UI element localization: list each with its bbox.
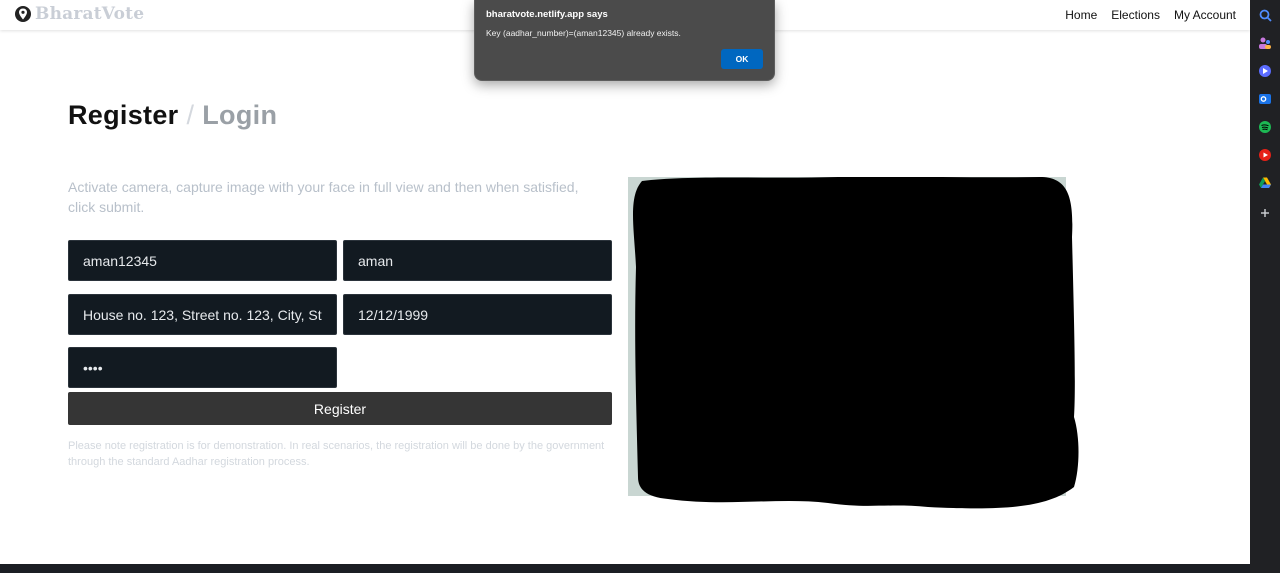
password-input[interactable] [68, 347, 337, 388]
search-icon[interactable] [1257, 7, 1273, 23]
login-link[interactable]: Login [202, 100, 277, 130]
brand-name: BharatVote [35, 4, 145, 24]
drive-icon[interactable] [1257, 175, 1273, 191]
youtube-icon[interactable] [1257, 147, 1273, 163]
alert-ok-button[interactable]: OK [721, 49, 763, 69]
alert-message: Key (aadhar_number)=(aman12345) already … [486, 28, 681, 38]
heading-separator: / [186, 100, 195, 130]
browser-sidebar [1250, 0, 1280, 573]
spotify-icon[interactable] [1257, 119, 1273, 135]
registration-note: Please note registration is for demonstr… [68, 440, 605, 468]
brand[interactable]: BharatVote [15, 4, 144, 24]
dob-input[interactable] [343, 294, 612, 335]
alert-title: bharatvote.netlify.app says [486, 9, 608, 20]
aadhar-number-input[interactable] [68, 240, 337, 281]
nav-elections-link[interactable]: Elections [1111, 8, 1160, 22]
camera-preview [628, 177, 1079, 509]
alert-dialog: bharatvote.netlify.app says Key (aadhar_… [474, 0, 775, 81]
redaction-overlay [633, 177, 1079, 509]
people-icon[interactable] [1257, 35, 1273, 51]
page-title: Register / Login [68, 100, 277, 131]
nav-links: Home Elections My Account [1065, 8, 1236, 22]
register-button[interactable]: Register [68, 392, 612, 425]
nav-home-link[interactable]: Home [1065, 8, 1097, 22]
camera-instruction: Activate camera, capture image with your… [68, 179, 579, 215]
location-pin-icon [15, 6, 31, 22]
nav-my-account-link[interactable]: My Account [1174, 8, 1236, 22]
plus-icon[interactable] [1257, 205, 1273, 221]
copilot-icon[interactable] [1257, 63, 1273, 79]
name-input[interactable] [343, 240, 612, 281]
outlook-icon[interactable] [1257, 91, 1273, 107]
register-heading: Register [68, 100, 179, 130]
bottom-strip [0, 564, 1250, 573]
address-input[interactable] [68, 294, 337, 335]
